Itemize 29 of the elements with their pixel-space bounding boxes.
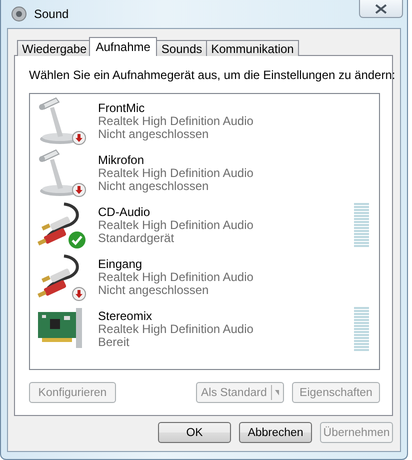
cable-icon xyxy=(38,202,79,246)
cable-icon xyxy=(38,254,79,298)
device-driver: Realtek High Definition Audio xyxy=(98,270,254,284)
tab[interactable]: Kommunikation xyxy=(206,40,299,56)
device-status: Nicht angeschlossen xyxy=(98,128,210,140)
device-name: CD-Audio xyxy=(98,206,152,218)
instruction-text: Wählen Sie ein Aufnahmegerät aus, um die Einstellungen zu ändern: xyxy=(29,68,396,83)
device-status: Bereit xyxy=(98,336,130,348)
device-name: FrontMic xyxy=(98,102,146,114)
cancel-button[interactable]: Abbrechen xyxy=(239,422,312,443)
device-driver: Realtek High Definition Audio xyxy=(98,322,254,336)
device-status: Nicht angeschlossen xyxy=(98,180,210,192)
speaker-icon xyxy=(11,6,27,22)
ok-button[interactable]: OK xyxy=(158,422,231,443)
close-icon[interactable] xyxy=(375,4,387,14)
device-name: Stereomix xyxy=(98,310,154,322)
tab[interactable]: Sounds xyxy=(156,40,208,56)
tab[interactable]: Aufnahme xyxy=(88,37,158,56)
sound-card-icon xyxy=(38,308,82,348)
tab[interactable]: Wiedergabe xyxy=(17,40,92,56)
device-driver: Realtek High Definition Audio xyxy=(98,114,254,128)
device-name: Eingang xyxy=(98,258,144,270)
window-title: Sound xyxy=(34,7,69,21)
close-button[interactable] xyxy=(359,0,403,18)
device-status: Standardgerät xyxy=(98,232,176,244)
device-status: Nicht angeschlossen xyxy=(98,284,210,296)
device-driver: Realtek High Definition Audio xyxy=(98,218,254,232)
device-driver: Realtek High Definition Audio xyxy=(98,166,254,180)
device-name: Mikrofon xyxy=(98,154,146,166)
